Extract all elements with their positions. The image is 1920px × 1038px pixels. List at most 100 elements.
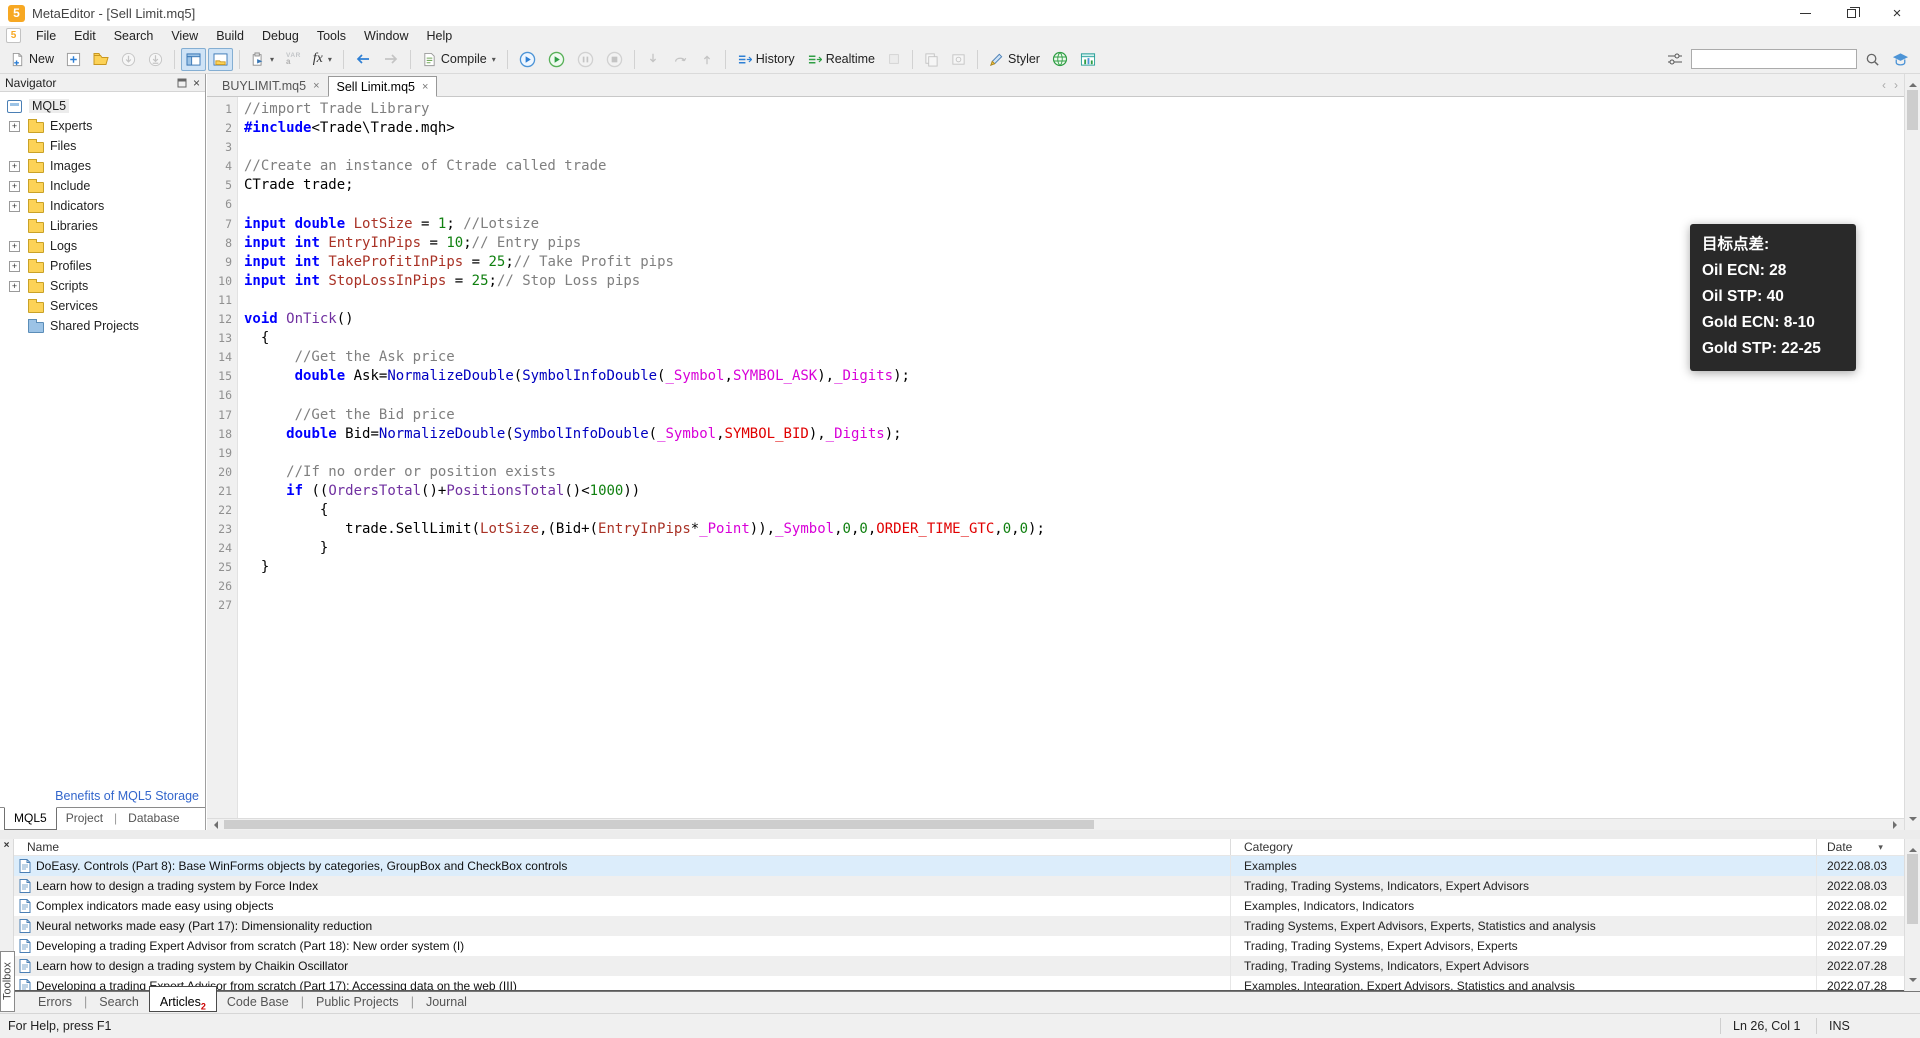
tree-item-indicators[interactable]: +Indicators (0, 196, 205, 216)
column-header-category[interactable]: Category (1230, 839, 1816, 855)
tree-item-libraries[interactable]: Libraries (0, 216, 205, 236)
compile-button[interactable]: Compile ▾ (417, 48, 501, 71)
scroll-down-icon[interactable] (1909, 978, 1917, 986)
tree-item-services[interactable]: Services (0, 296, 205, 316)
search-options-button[interactable] (1662, 48, 1688, 71)
expand-icon[interactable]: + (9, 121, 20, 132)
minimize-button[interactable] (1782, 0, 1828, 26)
tree-item-experts[interactable]: +Experts (0, 116, 205, 136)
toolbox-tab-articles[interactable]: Articles2 (149, 986, 217, 1012)
editor-tab-sell-limit-mq5[interactable]: Sell Limit.mq5× (328, 76, 438, 97)
panel-splitter[interactable] (0, 830, 1920, 839)
scroll-down-icon[interactable] (1909, 817, 1917, 825)
article-row[interactable]: Developing a trading Expert Advisor from… (14, 976, 1904, 990)
tree-item-files[interactable]: Files (0, 136, 205, 156)
toolbox-tab-journal[interactable]: Journal (416, 992, 477, 1009)
expand-icon[interactable]: + (9, 261, 20, 272)
article-row[interactable]: Complex indicators made easy using objec… (14, 896, 1904, 916)
menu-debug[interactable]: Debug (253, 28, 308, 44)
menu-window[interactable]: Window (355, 28, 417, 44)
menu-help[interactable]: Help (417, 28, 461, 44)
toolbox-vertical-tab[interactable]: Toolbox (0, 951, 15, 1012)
scroll-up-icon[interactable] (1909, 79, 1917, 87)
styler-button[interactable]: Styler (984, 48, 1045, 71)
nav-tab-database[interactable]: Database (119, 808, 188, 830)
sort-arrow-icon[interactable]: ▾ (1878, 842, 1883, 853)
functions-button[interactable]: fx ▾ (308, 48, 337, 71)
navigate-forward-button[interactable] (378, 48, 404, 71)
editor-tab-buylimit-mq5[interactable]: BUYLIMIT.mq5× (214, 75, 328, 96)
editor-vertical-scrollbar[interactable] (1904, 74, 1920, 830)
toolbox-tab-search[interactable]: Search (89, 992, 149, 1009)
scrollbar-thumb[interactable] (224, 820, 1094, 829)
column-header-date[interactable]: Date▾ (1816, 839, 1904, 855)
scroll-right-icon[interactable] (1893, 821, 1901, 829)
tab-scroll-right-icon[interactable]: › (1894, 78, 1898, 92)
new-file-button[interactable] (61, 48, 86, 71)
article-row[interactable]: Learn how to design a trading system by … (14, 956, 1904, 976)
toggle-toolbox-button[interactable] (208, 48, 233, 71)
menu-file[interactable]: File (27, 28, 65, 44)
close-button[interactable]: × (1874, 0, 1920, 26)
navigate-back-button[interactable] (350, 48, 376, 71)
pause-button[interactable] (572, 48, 599, 71)
article-row[interactable]: Learn how to design a trading system by … (14, 876, 1904, 896)
toolbar-search-input[interactable] (1691, 49, 1857, 69)
mql5-storage-link[interactable]: Benefits of MQL5 Storage (0, 789, 205, 807)
toolbox-tab-errors[interactable]: Errors (28, 992, 82, 1009)
toolbox-tab-code-base[interactable]: Code Base (217, 992, 299, 1009)
save-button[interactable] (116, 48, 141, 71)
mql5-cloud-button[interactable] (1047, 48, 1073, 71)
expand-icon[interactable]: + (9, 181, 20, 192)
tree-item-scripts[interactable]: +Scripts (0, 276, 205, 296)
expand-icon[interactable]: + (9, 161, 20, 172)
pin-panel-icon[interactable] (177, 78, 187, 88)
realtime-button[interactable]: Realtime (802, 48, 880, 71)
scroll-left-icon[interactable] (210, 821, 218, 829)
nav-tab-mql5[interactable]: MQL5 (4, 807, 57, 830)
menu-edit[interactable]: Edit (65, 28, 105, 44)
close-tab-icon[interactable]: × (313, 80, 319, 92)
restore-button[interactable] (1828, 0, 1874, 26)
help-docs-button[interactable] (1887, 48, 1914, 71)
code-editor[interactable]: 1//import Trade Library2#include<Trade\T… (207, 97, 1904, 818)
tab-scroll-left-icon[interactable]: ‹ (1882, 78, 1886, 92)
tree-item-shared-projects[interactable]: Shared Projects (0, 316, 205, 336)
column-header-name[interactable]: Name (14, 839, 1230, 855)
start-debug-button[interactable] (514, 48, 541, 71)
editor-horizontal-scrollbar[interactable] (207, 818, 1904, 830)
menu-tools[interactable]: Tools (308, 28, 355, 44)
toolbox-tab-public-projects[interactable]: Public Projects (306, 992, 409, 1009)
run-button[interactable] (543, 48, 570, 71)
copy-button[interactable] (919, 48, 944, 71)
tree-item-logs[interactable]: +Logs (0, 236, 205, 256)
article-row[interactable]: Developing a trading Expert Advisor from… (14, 936, 1904, 956)
menu-build[interactable]: Build (207, 28, 253, 44)
tree-item-profiles[interactable]: +Profiles (0, 256, 205, 276)
close-tab-icon[interactable]: × (422, 81, 428, 93)
stop-button[interactable] (601, 48, 628, 71)
search-button[interactable] (1860, 48, 1885, 71)
save-all-button[interactable] (143, 48, 168, 71)
article-row[interactable]: DoEasy. Controls (Part 8): Base WinForms… (14, 856, 1904, 876)
variables-button[interactable]: VARa (281, 48, 306, 71)
profiler-button[interactable] (882, 48, 906, 71)
nav-tab-project[interactable]: Project (57, 808, 112, 830)
close-toolbox-icon[interactable]: × (0, 839, 13, 853)
scroll-up-icon[interactable] (1909, 844, 1917, 852)
snapshot-button[interactable] (946, 48, 971, 71)
step-into-button[interactable] (641, 48, 665, 71)
history-button[interactable]: History (732, 48, 800, 71)
expand-icon[interactable]: + (9, 201, 20, 212)
article-row[interactable]: Neural networks made easy (Part 17): Dim… (14, 916, 1904, 936)
expand-icon[interactable]: + (9, 281, 20, 292)
step-over-button[interactable] (667, 48, 693, 71)
open-folder-button[interactable] (88, 48, 114, 71)
scrollbar-thumb[interactable] (1907, 854, 1918, 924)
menu-search[interactable]: Search (105, 28, 163, 44)
toolbox-vertical-scrollbar[interactable] (1904, 839, 1920, 991)
toggle-navigator-button[interactable] (181, 48, 206, 71)
new-button[interactable]: New (5, 48, 59, 71)
step-out-button[interactable] (695, 48, 719, 71)
tree-item-images[interactable]: +Images (0, 156, 205, 176)
